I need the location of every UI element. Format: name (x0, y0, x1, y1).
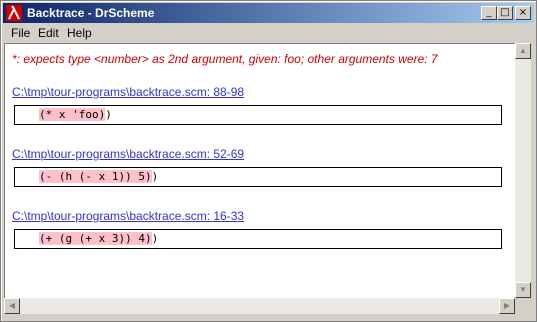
window-title: Backtrace - DrScheme (27, 6, 155, 20)
frame-location-link[interactable]: C:\tmp\tour-programs\backtrace.scm: 16-3… (12, 209, 244, 223)
backtrace-pane: *: expects type <number> as 2nd argument… (4, 43, 515, 299)
frame-code: (* x 'foo)) (39, 108, 112, 121)
drscheme-lambda-icon (6, 5, 22, 21)
frame-code-box: (+ (g (+ x 3)) 4)) (14, 229, 502, 249)
close-button[interactable]: × (515, 6, 531, 20)
code-rest: ) (151, 232, 159, 245)
menu-help[interactable]: Help (67, 26, 92, 40)
code-rest: ) (105, 108, 112, 121)
scrollbar-corner (515, 298, 531, 314)
frame-code: (+ (g (+ x 3)) 4)) (39, 232, 158, 245)
arrow-right-icon[interactable]: ▶ (499, 298, 515, 314)
arrow-up-icon[interactable]: ▲ (515, 43, 531, 59)
backtrace-window: Backtrace - DrScheme _ □ × File Edit Hel… (0, 0, 537, 322)
frame-code-box: (* x 'foo)) (14, 105, 502, 125)
frame-location-link[interactable]: C:\tmp\tour-programs\backtrace.scm: 52-6… (12, 147, 244, 161)
error-message: *: expects type <number> as 2nd argument… (12, 52, 438, 66)
menu-edit[interactable]: Edit (38, 26, 59, 40)
menu-bar: File Edit Help (3, 24, 534, 42)
title-bar[interactable]: Backtrace - DrScheme _ □ × (3, 3, 534, 23)
vertical-scrollbar[interactable]: ▲ ▼ (515, 43, 531, 298)
menu-file[interactable]: File (11, 26, 30, 40)
arrow-down-icon[interactable]: ▼ (515, 282, 531, 298)
frame-code-box: (- (h (- x 1)) 5)) (14, 167, 502, 187)
highlighted-expression: (* x 'foo) (39, 108, 106, 121)
highlighted-expression: (+ (g (+ x 3)) 4) (39, 232, 152, 245)
horizontal-scrollbar[interactable]: ◀ ▶ (4, 298, 515, 314)
minimize-button[interactable]: _ (481, 6, 497, 20)
highlighted-expression: (- (h (- x 1)) 5) (39, 170, 152, 183)
code-rest: ) (151, 170, 159, 183)
frame-code: (- (h (- x 1)) 5)) (39, 170, 158, 183)
frame-location-link[interactable]: C:\tmp\tour-programs\backtrace.scm: 88-9… (12, 85, 244, 99)
maximize-button[interactable]: □ (497, 6, 513, 20)
arrow-left-icon[interactable]: ◀ (4, 298, 20, 314)
